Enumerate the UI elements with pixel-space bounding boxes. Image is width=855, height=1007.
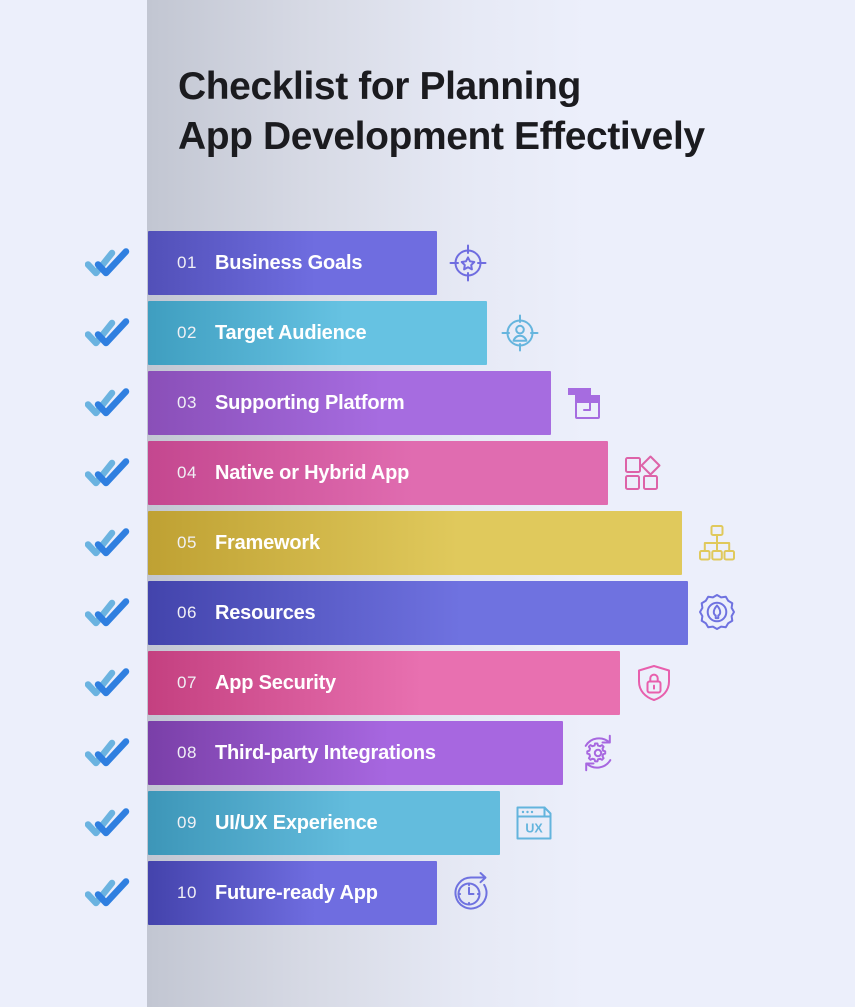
double-checkmark-icon[interactable] <box>85 528 131 558</box>
double-checkmark-icon[interactable] <box>85 388 131 418</box>
page-title: Checklist for Planning App Development E… <box>178 62 818 162</box>
double-checkmark-icon[interactable] <box>85 878 131 908</box>
checklist-item-label: UI/UX Experience <box>215 811 378 834</box>
double-checkmark-icon[interactable] <box>85 738 131 768</box>
checklist-row[interactable]: 05 Framework <box>0 508 855 578</box>
double-checkmark-icon[interactable] <box>85 668 131 698</box>
double-checkmark-icon[interactable] <box>85 598 131 628</box>
windows-stack-icon <box>562 381 606 425</box>
checklist-bar[interactable]: 08 Third-party Integrations <box>148 721 563 785</box>
checklist-row[interactable]: 04 Native or Hybrid App <box>0 438 855 508</box>
checklist-item-label: Future-ready App <box>215 881 378 904</box>
page-title-line-2: App Development Effectively <box>178 115 705 158</box>
checklist-item-label: Native or Hybrid App <box>215 461 410 484</box>
checklist-item-number: 07 <box>177 673 197 692</box>
badge-rosette-icon <box>695 591 739 635</box>
categories-squares-icon <box>620 451 664 495</box>
clock-forward-icon <box>449 871 493 915</box>
checklist-item-number: 06 <box>177 603 197 622</box>
page-title-line-1: Checklist for Planning <box>178 65 581 108</box>
checklist-item-number: 05 <box>177 533 197 552</box>
double-checkmark-icon[interactable] <box>85 318 131 348</box>
checklist-row[interactable]: 03 Supporting Platform <box>0 368 855 438</box>
checklist-item-number: 02 <box>177 323 197 342</box>
checklist-row[interactable]: 06 Resources <box>0 578 855 648</box>
target-person-icon <box>498 311 542 355</box>
double-checkmark-icon[interactable] <box>85 248 131 278</box>
double-checkmark-icon[interactable] <box>85 458 131 488</box>
checklist-bar[interactable]: 09 UI/UX Experience <box>148 791 500 855</box>
checklist-bar[interactable]: 01 Business Goals <box>148 231 437 295</box>
checklist-item-number: 04 <box>177 463 197 482</box>
checklist-item-label: App Security <box>215 671 336 694</box>
checklist-item-number: 01 <box>177 253 197 272</box>
checklist-row[interactable]: 10 Future-ready App <box>0 858 855 928</box>
checklist-item-number: 03 <box>177 393 197 412</box>
checklist-item-label: Resources <box>215 601 316 624</box>
checklist-row[interactable]: 01 Business Goals <box>0 228 855 298</box>
checklist-item-label: Supporting Platform <box>215 391 405 414</box>
checklist-item-number: 09 <box>177 813 197 832</box>
checklist-item-label: Business Goals <box>215 251 363 274</box>
checklist-item-number: 10 <box>177 883 197 902</box>
hierarchy-sitemap-icon <box>695 521 739 565</box>
checklist-row[interactable]: 07 App Security <box>0 648 855 718</box>
checklist-bar[interactable]: 05 Framework <box>148 511 682 575</box>
target-star-icon <box>446 241 490 285</box>
checklist-item-label: Third-party Integrations <box>215 741 436 764</box>
checklist: 01 Business Goals 02 Target Audience 03 Suppo… <box>0 228 855 928</box>
checklist-row[interactable]: 09 UI/UX Experience UX <box>0 788 855 858</box>
checklist-item-label: Framework <box>215 531 320 554</box>
checklist-bar[interactable]: 07 App Security <box>148 651 620 715</box>
checklist-bar[interactable]: 03 Supporting Platform <box>148 371 551 435</box>
checklist-row[interactable]: 02 Target Audience <box>0 298 855 368</box>
checklist-bar[interactable]: 10 Future-ready App <box>148 861 437 925</box>
double-checkmark-icon[interactable] <box>85 808 131 838</box>
checklist-bar[interactable]: 02 Target Audience <box>148 301 487 365</box>
gear-sync-icon <box>576 731 620 775</box>
shield-lock-icon <box>632 661 676 705</box>
browser-ux-icon: UX <box>512 801 556 845</box>
checklist-row[interactable]: 08 Third-party Integrations <box>0 718 855 788</box>
svg-text:UX: UX <box>525 822 543 836</box>
checklist-bar[interactable]: 06 Resources <box>148 581 688 645</box>
checklist-item-label: Target Audience <box>215 321 367 344</box>
checklist-item-number: 08 <box>177 743 197 762</box>
checklist-bar[interactable]: 04 Native or Hybrid App <box>148 441 608 505</box>
